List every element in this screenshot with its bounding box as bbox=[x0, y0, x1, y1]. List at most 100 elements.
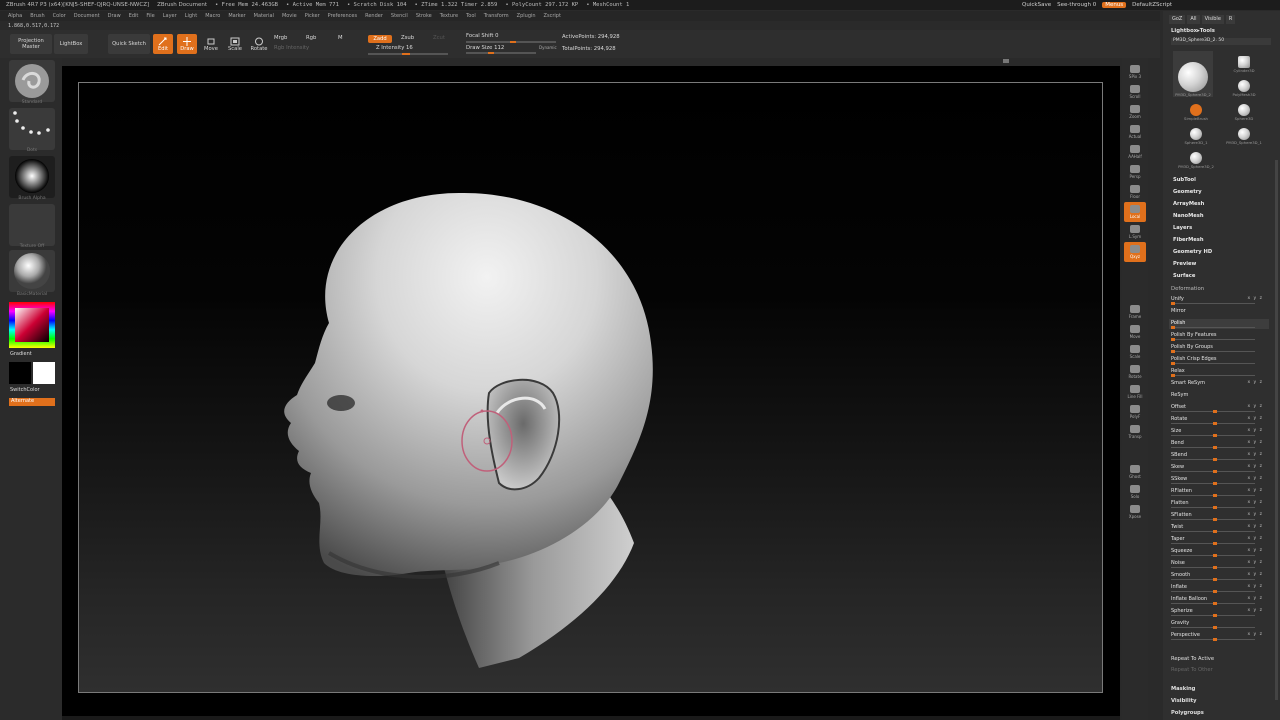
axis-toggles[interactable]: x y z bbox=[1247, 596, 1263, 601]
tool-thumbnail[interactable]: PolyMesh3D bbox=[1231, 75, 1257, 97]
zsub-button[interactable]: Zsub bbox=[401, 35, 414, 41]
menu-picker[interactable]: Picker bbox=[305, 13, 320, 19]
lightbox-button[interactable]: LightBox bbox=[54, 34, 88, 54]
quicksave-button[interactable]: QuickSave bbox=[1022, 2, 1051, 8]
rgb-intensity-slider[interactable]: Rgb Intensity bbox=[274, 45, 309, 51]
draw-size-knob[interactable] bbox=[488, 52, 494, 54]
palette-tab-visible[interactable]: Visible bbox=[1201, 15, 1224, 24]
projection-master-button[interactable]: Projection Master bbox=[10, 34, 52, 54]
shelf-ghost-button[interactable]: Ghost bbox=[1124, 462, 1146, 482]
deform-slider-knob[interactable] bbox=[1213, 470, 1217, 473]
submenu-subtool[interactable]: SubTool bbox=[1173, 177, 1196, 183]
shelf-line-fill-button[interactable]: Line Fill bbox=[1124, 382, 1146, 402]
menu-stencil[interactable]: Stencil bbox=[391, 13, 408, 19]
zadd-button[interactable]: Zadd bbox=[368, 35, 392, 43]
deform-slider-knob[interactable] bbox=[1213, 518, 1217, 521]
deform-rotate[interactable]: Rotate x y z bbox=[1169, 415, 1269, 425]
edit-button[interactable]: Edit bbox=[153, 34, 173, 54]
move-button[interactable]: Move bbox=[201, 34, 221, 54]
menu-macro[interactable]: Macro bbox=[205, 13, 220, 19]
deform-inflate-balloon[interactable]: Inflate Balloon x y z bbox=[1169, 595, 1269, 605]
default-zscript-button[interactable]: DefaultZScript bbox=[1132, 2, 1172, 8]
deform-slider-track[interactable] bbox=[1171, 363, 1255, 364]
submenu-surface[interactable]: Surface bbox=[1173, 273, 1195, 279]
deform-smooth[interactable]: Smooth x y z bbox=[1169, 571, 1269, 581]
deform-mirror[interactable]: Mirror bbox=[1169, 307, 1269, 317]
axis-toggles[interactable]: x y z bbox=[1247, 536, 1263, 541]
shelf-move-button[interactable]: Move bbox=[1124, 322, 1146, 342]
submenu-preview[interactable]: Preview bbox=[1173, 261, 1196, 267]
menu-draw[interactable]: Draw bbox=[108, 13, 121, 19]
deform-slider-knob[interactable] bbox=[1213, 434, 1217, 437]
focal-shift-knob[interactable] bbox=[510, 41, 516, 43]
m-button[interactable]: M bbox=[338, 35, 343, 41]
shelf-spix-3-button[interactable]: SPix 3 bbox=[1124, 62, 1146, 82]
zcut-button[interactable]: Zcut bbox=[433, 35, 445, 41]
tool-thumbnail[interactable]: Sphere3D bbox=[1231, 99, 1257, 121]
shelf-scale-button[interactable]: Scale bbox=[1124, 342, 1146, 362]
draw-size-slider[interactable]: Draw Size 112 bbox=[466, 45, 504, 51]
axis-toggles[interactable]: x y z bbox=[1247, 524, 1263, 529]
deform-sflatten[interactable]: SFlatten x y z bbox=[1169, 511, 1269, 521]
menu-zscript[interactable]: Zscript bbox=[544, 13, 561, 19]
deform-sbend[interactable]: SBend x y z bbox=[1169, 451, 1269, 461]
deform-slider-knob[interactable] bbox=[1171, 326, 1175, 329]
deform-taper[interactable]: Taper x y z bbox=[1169, 535, 1269, 545]
menu-brush[interactable]: Brush bbox=[30, 13, 44, 19]
submenu-masking[interactable]: Masking bbox=[1171, 686, 1195, 692]
see-through-slider[interactable]: See-through 0 bbox=[1057, 2, 1096, 8]
deform-slider-knob[interactable] bbox=[1213, 578, 1217, 581]
submenu-arraymesh[interactable]: ArrayMesh bbox=[1173, 201, 1204, 207]
menu-transform[interactable]: Transform bbox=[484, 13, 509, 19]
menu-marker[interactable]: Marker bbox=[228, 13, 245, 19]
axis-toggles[interactable]: x y z bbox=[1247, 488, 1263, 493]
submenu-polygroups[interactable]: Polygroups bbox=[1171, 710, 1204, 716]
tool-thumbnail[interactable]: PM3D_Sphere3D_1 bbox=[1226, 123, 1262, 145]
deform-twist[interactable]: Twist x y z bbox=[1169, 523, 1269, 533]
axis-toggles[interactable]: x y z bbox=[1247, 296, 1263, 301]
axis-toggles[interactable]: x y z bbox=[1247, 560, 1263, 565]
shelf-local-button[interactable]: Local bbox=[1124, 202, 1146, 222]
axis-toggles[interactable]: x y z bbox=[1247, 548, 1263, 553]
deform-smart-resym[interactable]: Smart ReSym x y z bbox=[1169, 379, 1269, 389]
axis-toggles[interactable]: x y z bbox=[1247, 464, 1263, 469]
material-selector[interactable] bbox=[9, 250, 55, 292]
rotate-button[interactable]: Rotate bbox=[249, 34, 269, 54]
palette-tab-r[interactable]: R bbox=[1225, 15, 1236, 24]
menu-light[interactable]: Light bbox=[185, 13, 197, 19]
color-picker[interactable] bbox=[9, 302, 55, 348]
deform-slider-knob[interactable] bbox=[1213, 506, 1217, 509]
shelf-qxyz-button[interactable]: Qxyz bbox=[1124, 242, 1146, 262]
focal-shift-slider[interactable]: Focal Shift 0 bbox=[466, 33, 499, 39]
tool-thumbnail[interactable]: PM3D_Sphere3D_2 bbox=[1173, 51, 1213, 97]
deform-slider-track[interactable] bbox=[1171, 375, 1255, 376]
lightbox-tools-label[interactable]: Lightbox▸Tools bbox=[1171, 28, 1215, 34]
submenu-layers[interactable]: Layers bbox=[1173, 225, 1192, 231]
deform-sskew[interactable]: SSkew x y z bbox=[1169, 475, 1269, 485]
brush-selector[interactable] bbox=[9, 60, 55, 102]
menus-button[interactable]: Menus bbox=[1102, 2, 1127, 8]
deform-size[interactable]: Size x y z bbox=[1169, 427, 1269, 437]
switch-color-button[interactable]: SwitchColor bbox=[10, 387, 40, 393]
deform-spherize[interactable]: Spherize x y z bbox=[1169, 607, 1269, 617]
deform-noise[interactable]: Noise x y z bbox=[1169, 559, 1269, 569]
deform-polish-crisp-edges[interactable]: Polish Crisp Edges bbox=[1169, 355, 1269, 365]
deform-slider-knob[interactable] bbox=[1213, 458, 1217, 461]
deform-slider-knob[interactable] bbox=[1213, 422, 1217, 425]
axis-toggles[interactable]: x y z bbox=[1247, 584, 1263, 589]
deform-slider-knob[interactable] bbox=[1171, 350, 1175, 353]
deform-slider-track[interactable] bbox=[1171, 351, 1255, 352]
axis-toggles[interactable]: x y z bbox=[1247, 416, 1263, 421]
axis-toggles[interactable]: x y z bbox=[1247, 440, 1263, 445]
z-intensity-knob[interactable] bbox=[402, 53, 410, 55]
deform-slider-knob[interactable] bbox=[1213, 590, 1217, 593]
deform-slider-knob[interactable] bbox=[1171, 338, 1175, 341]
shelf-floor-button[interactable]: Floor bbox=[1124, 182, 1146, 202]
menu-movie[interactable]: Movie bbox=[282, 13, 297, 19]
deform-polish-by-features[interactable]: Polish By Features bbox=[1169, 331, 1269, 341]
stroke-selector[interactable] bbox=[9, 108, 55, 150]
deform-offset[interactable]: Offset x y z bbox=[1169, 403, 1269, 413]
scale-button[interactable]: Scale bbox=[225, 34, 245, 54]
shelf-frame-button[interactable]: Frame bbox=[1124, 302, 1146, 322]
draw-size-track[interactable] bbox=[466, 52, 536, 54]
